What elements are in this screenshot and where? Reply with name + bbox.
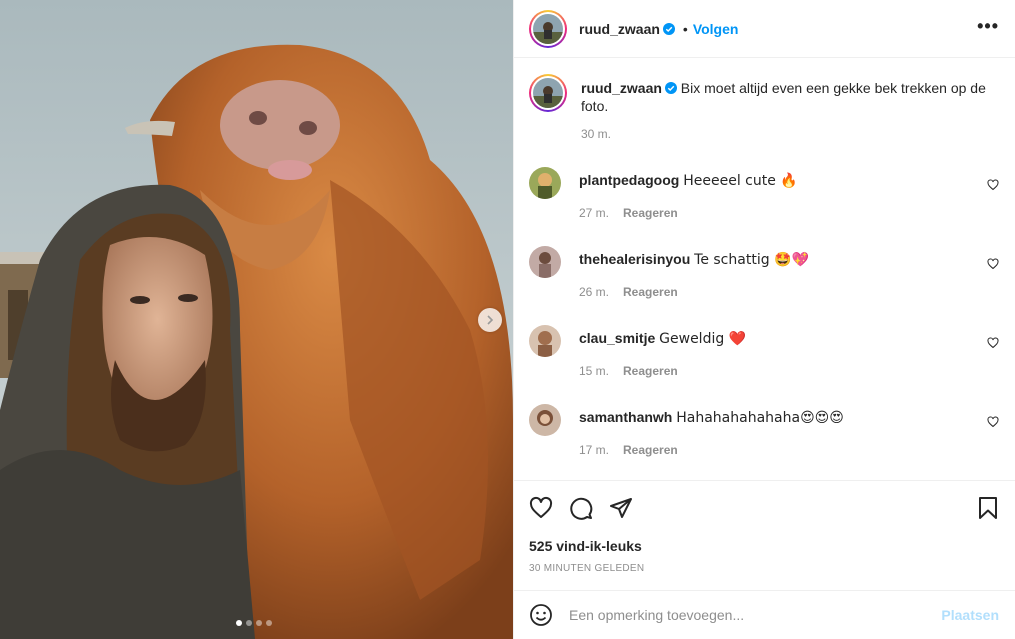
avatar-image: [533, 78, 563, 108]
chevron-right-icon: [487, 315, 494, 325]
caption-time: 30 m.: [581, 127, 612, 141]
post-header: ruud_zwaan • Volgen •••: [514, 0, 1015, 58]
post-actions: 525 vind-ik-leuks 30 MINUTEN GELEDEN: [514, 480, 1015, 574]
avatar-image: [529, 246, 561, 278]
comment-text: Hahahahahahaha😍😍😍: [676, 410, 844, 426]
reply-button[interactable]: Reageren: [623, 283, 678, 301]
comment-item: samanthanwh Hahahahahahaha😍😍😍 17 m. Reag…: [529, 404, 999, 459]
share-paper-plane-icon[interactable]: [609, 496, 633, 520]
verified-badge-icon: [662, 22, 675, 35]
next-image-button[interactable]: [478, 308, 502, 332]
post-caption: ruud_zwaan Bix moet altijd even een gekk…: [529, 74, 999, 143]
post-comment-button[interactable]: Plaatsen: [941, 607, 999, 623]
follow-button[interactable]: Volgen: [693, 21, 739, 37]
avatar-image: [529, 167, 561, 199]
avatar-image: [533, 13, 563, 44]
comments-list[interactable]: ruud_zwaan Bix moet altijd even een gekk…: [514, 58, 1015, 478]
comment-item: plantpedagoog Heeeeel cute 🔥 27 m. Reage…: [529, 167, 999, 222]
like-heart-icon[interactable]: [529, 496, 553, 520]
caption-username[interactable]: ruud_zwaan: [581, 80, 662, 96]
like-comment-heart-icon[interactable]: [987, 258, 999, 270]
save-bookmark-icon[interactable]: [977, 496, 999, 520]
comment-username[interactable]: clau_smitje: [579, 330, 655, 346]
separator-dot: •: [682, 20, 688, 37]
carousel-indicator: [236, 620, 272, 626]
carousel-dot: [246, 620, 252, 626]
post-side-panel: ruud_zwaan • Volgen ••• ruud_zwaan Bix m…: [513, 0, 1015, 639]
comment-text: Heeeeel cute 🔥: [683, 173, 798, 189]
commenter-avatar[interactable]: [529, 325, 561, 357]
commenter-avatar[interactable]: [529, 167, 561, 199]
comment-username[interactable]: thehealerisinyou: [579, 251, 690, 267]
reply-button[interactable]: Reageren: [623, 441, 678, 459]
carousel-dot: [256, 620, 262, 626]
comment-time: 17 m.: [579, 443, 610, 457]
like-comment-heart-icon[interactable]: [987, 337, 999, 349]
avatar-image: [529, 404, 561, 436]
author-username[interactable]: ruud_zwaan: [579, 21, 660, 37]
comment-username[interactable]: samanthanwh: [579, 409, 672, 425]
author-avatar[interactable]: [529, 9, 567, 48]
post-age: 30 MINUTEN GELEDEN: [529, 563, 645, 574]
like-count[interactable]: 525 vind-ik-leuks: [529, 538, 999, 554]
add-comment-bar: Een opmerking toevoegen... Plaatsen: [514, 590, 1015, 639]
like-comment-heart-icon[interactable]: [987, 179, 999, 191]
like-comment-heart-icon[interactable]: [987, 416, 999, 428]
post-photo[interactable]: [0, 0, 513, 639]
verified-badge-icon: [664, 82, 677, 94]
comment-text: Geweldig ❤️: [659, 331, 747, 347]
emoji-smiley-icon[interactable]: [529, 603, 553, 627]
carousel-dot: [266, 620, 272, 626]
caption-author-avatar[interactable]: [529, 74, 567, 112]
commenter-avatar[interactable]: [529, 246, 561, 278]
comment-text: Te schattig 🤩💖: [694, 252, 809, 268]
reply-button[interactable]: Reageren: [623, 362, 678, 380]
photo-man-with-highland-cow: [0, 0, 513, 639]
more-options-button[interactable]: •••: [977, 17, 999, 37]
comment-time: 26 m.: [579, 285, 610, 299]
commenter-avatar[interactable]: [529, 404, 561, 436]
comment-time: 15 m.: [579, 364, 610, 378]
comment-input[interactable]: Een opmerking toevoegen...: [569, 607, 941, 623]
carousel-dot: [236, 620, 242, 626]
instagram-post: ruud_zwaan • Volgen ••• ruud_zwaan Bix m…: [0, 0, 1015, 639]
comment-item: clau_smitje Geweldig ❤️ 15 m. Reageren: [529, 325, 999, 380]
comment-item: thehealerisinyou Te schattig 🤩💖 26 m. Re…: [529, 246, 999, 301]
avatar-image: [529, 325, 561, 357]
comment-username[interactable]: plantpedagoog: [579, 172, 679, 188]
reply-button[interactable]: Reageren: [623, 204, 678, 222]
comment-time: 27 m.: [579, 206, 610, 220]
comment-icon[interactable]: [569, 496, 593, 520]
